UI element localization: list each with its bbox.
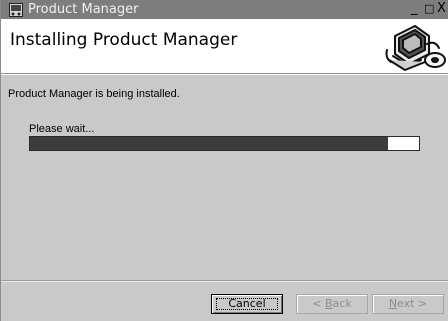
back-button-prefix: < <box>312 297 325 310</box>
progress-bar <box>29 136 420 151</box>
please-wait-label: Please wait... <box>29 123 95 135</box>
cancel-button-label: Cancel <box>228 297 266 310</box>
title-bar[interactable]: Product Manager _ □ X <box>1 0 448 19</box>
next-button-label-rest: ext > <box>397 297 428 310</box>
computer-disc-icon <box>385 25 446 71</box>
minimize-button[interactable]: _ <box>411 2 418 17</box>
close-button[interactable]: X <box>437 2 446 17</box>
back-button[interactable]: < Back <box>296 294 368 314</box>
install-status-text: Product Manager is being installed. <box>8 88 180 100</box>
header-panel: Installing Product Manager <box>1 19 448 74</box>
cancel-button[interactable]: Cancel <box>211 294 283 314</box>
back-button-label-rest: ack <box>332 297 352 310</box>
page-title: Installing Product Manager <box>10 30 238 50</box>
header-divider <box>1 74 448 75</box>
next-button[interactable]: Next > <box>372 294 444 314</box>
maximize-button[interactable]: □ <box>424 2 434 17</box>
next-button-access-key: N <box>388 297 398 310</box>
back-button-access-key: B <box>325 297 333 310</box>
progress-bar-fill <box>30 137 388 150</box>
installer-window: Product Manager _ □ X Installing Product… <box>0 0 448 321</box>
window-title: Product Manager <box>28 2 139 17</box>
footer-divider-highlight <box>1 281 448 282</box>
installer-app-icon <box>9 3 23 17</box>
